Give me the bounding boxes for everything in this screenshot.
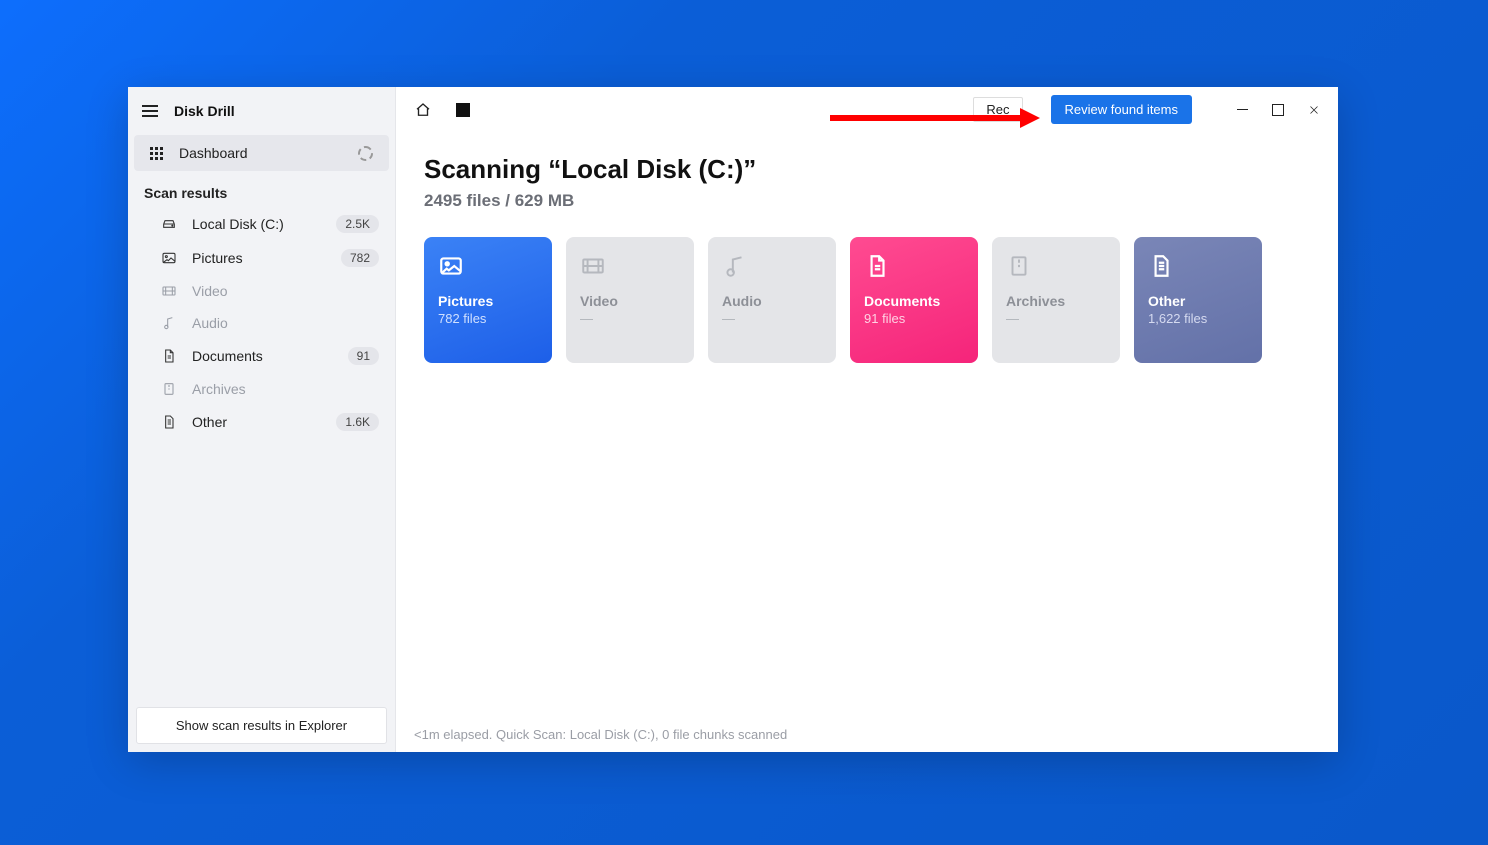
spinner-icon [358, 146, 373, 161]
image-icon [160, 250, 178, 266]
audio-icon [160, 315, 178, 331]
archive-icon [1006, 253, 1106, 293]
card-audio[interactable]: Audio — [708, 237, 836, 363]
card-subtitle: 1,622 files [1148, 311, 1248, 326]
category-cards: Pictures 782 files Video — Audio — [424, 237, 1310, 363]
document-icon [160, 348, 178, 364]
show-in-explorer-button[interactable]: Show scan results in Explorer [136, 707, 387, 744]
rec-box[interactable]: Rec [973, 97, 1022, 122]
sidebar: Disk Drill Dashboard Scan results Local … [128, 87, 396, 752]
audio-icon [722, 253, 822, 293]
count-badge: 782 [341, 249, 379, 267]
sidebar-item-pictures[interactable]: Pictures 782 [128, 241, 395, 275]
review-found-items-button[interactable]: Review found items [1051, 95, 1192, 124]
sidebar-item-other[interactable]: Other 1.6K [128, 405, 395, 439]
status-bar: <1m elapsed. Quick Scan: Local Disk (C:)… [396, 717, 1338, 752]
card-subtitle: — [722, 311, 822, 326]
document-icon [864, 253, 964, 293]
count-badge: 1.6K [336, 413, 379, 431]
card-pictures[interactable]: Pictures 782 files [424, 237, 552, 363]
sidebar-item-archives[interactable]: Archives [128, 373, 395, 405]
home-icon[interactable] [414, 101, 432, 119]
window-controls [1234, 102, 1322, 118]
card-subtitle: 782 files [438, 311, 538, 326]
title-bar: Rec Review found items [396, 87, 1338, 132]
menu-icon[interactable] [142, 105, 158, 117]
sidebar-item-dashboard[interactable]: Dashboard [134, 135, 389, 171]
sidebar-item-label: Audio [192, 315, 379, 331]
sidebar-item-label: Archives [192, 381, 379, 397]
sidebar-item-label: Pictures [192, 250, 327, 266]
card-title: Archives [1006, 293, 1106, 309]
content: Scanning “Local Disk (C:)” 2495 files / … [396, 132, 1338, 717]
minimize-button[interactable] [1234, 102, 1250, 118]
sidebar-section-label: Scan results [128, 171, 395, 207]
file-icon [1148, 253, 1248, 293]
card-title: Pictures [438, 293, 538, 309]
app-title: Disk Drill [174, 103, 235, 119]
sidebar-item-label: Documents [192, 348, 334, 364]
image-icon [438, 253, 538, 293]
card-documents[interactable]: Documents 91 files [850, 237, 978, 363]
stop-icon[interactable] [456, 103, 470, 117]
sidebar-item-audio[interactable]: Audio [128, 307, 395, 339]
card-title: Other [1148, 293, 1248, 309]
sidebar-item-local-disk[interactable]: Local Disk (C:) 2.5K [128, 207, 395, 241]
video-icon [580, 253, 680, 293]
main-area: Rec Review found items Scanning “Local D… [396, 87, 1338, 752]
file-icon [160, 414, 178, 430]
scan-summary: 2495 files / 629 MB [424, 191, 1310, 211]
card-title: Documents [864, 293, 964, 309]
card-subtitle: — [580, 311, 680, 326]
dashboard-icon [150, 147, 163, 160]
video-icon [160, 283, 178, 299]
archive-icon [160, 381, 178, 397]
card-title: Audio [722, 293, 822, 309]
sidebar-header: Disk Drill [128, 87, 395, 131]
count-badge: 2.5K [336, 215, 379, 233]
sidebar-item-video[interactable]: Video [128, 275, 395, 307]
card-archives[interactable]: Archives — [992, 237, 1120, 363]
sidebar-item-label: Local Disk (C:) [192, 216, 322, 232]
count-badge: 91 [348, 347, 379, 365]
app-window: Disk Drill Dashboard Scan results Local … [128, 87, 1338, 752]
sidebar-item-documents[interactable]: Documents 91 [128, 339, 395, 373]
page-title: Scanning “Local Disk (C:)” [424, 154, 1310, 185]
card-subtitle: — [1006, 311, 1106, 326]
sidebar-item-label: Video [192, 283, 379, 299]
close-button[interactable] [1306, 102, 1322, 118]
sidebar-item-label: Other [192, 414, 322, 430]
card-subtitle: 91 files [864, 311, 964, 326]
disk-icon [160, 216, 178, 232]
card-title: Video [580, 293, 680, 309]
card-video[interactable]: Video — [566, 237, 694, 363]
maximize-button[interactable] [1270, 102, 1286, 118]
card-other[interactable]: Other 1,622 files [1134, 237, 1262, 363]
dashboard-label: Dashboard [179, 145, 342, 161]
